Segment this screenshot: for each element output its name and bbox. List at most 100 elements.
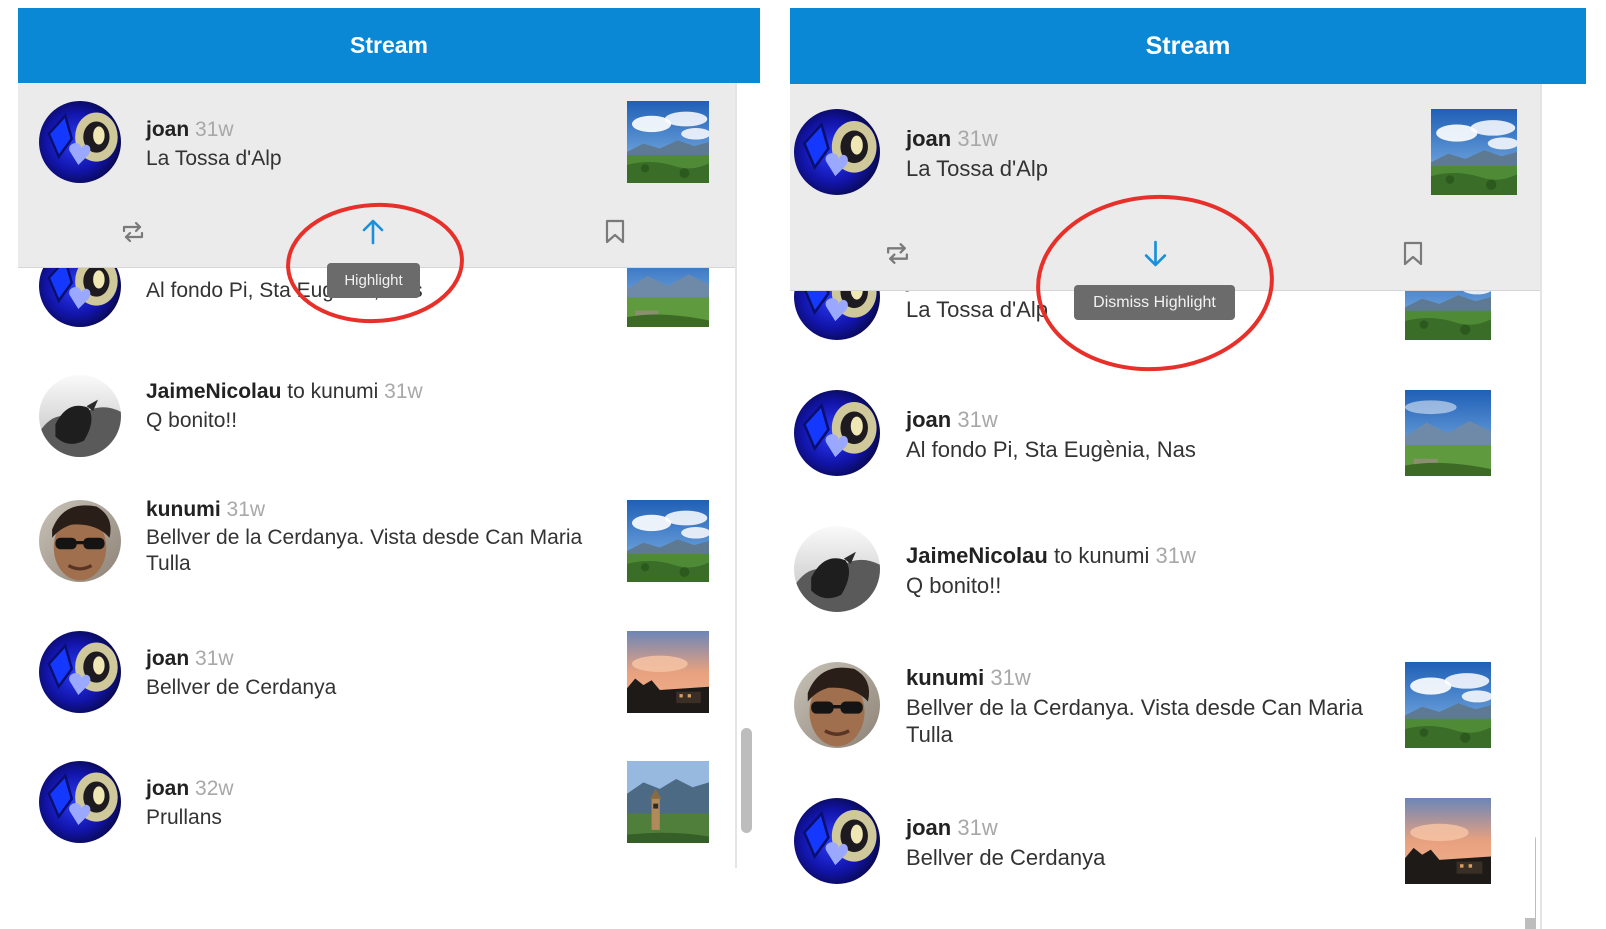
post-thumbnail[interactable] [1405,798,1491,884]
stream-item[interactable]: joan 31w Al fondo Pi, Sta Eugènia, Nas [790,374,1535,510]
reply-to[interactable]: to kunumi [1054,543,1149,568]
bookmark-button[interactable] [1388,216,1438,291]
scrollbar-track[interactable] [1540,84,1542,929]
stream-panel-left: Stream x Al fondo Pi, Sta Eugènia, Nas J… [18,8,760,868]
post-meta: JaimeNicolau to kunumi 31w [906,542,1376,570]
post-meta: joan 31w [146,645,596,672]
stream-panel-right: Stream joan 31w La Tossa d'Alp joan 31w [790,8,1586,929]
arrow-up-icon [362,219,384,244]
stream-item[interactable]: JaimeNicolau to kunumi 31w Q bonito!! [790,510,1535,646]
stream-feed[interactable]: x Al fondo Pi, Sta Eugènia, Nas JaimeNic… [18,83,760,868]
post-thumbnail[interactable] [1405,662,1491,748]
post-text: Bellver de la Cerdanya. Vista desde Can … [906,695,1363,747]
timestamp: 31w [957,815,998,840]
timestamp: 31w [195,647,234,670]
avatar[interactable] [39,101,121,183]
reply-to[interactable]: to kunumi [287,380,378,403]
username[interactable]: joan [906,815,951,840]
post-text: Al fondo Pi, Sta Eugènia, Nas [906,437,1196,462]
bookmark-icon [1403,241,1423,265]
post-content: JaimeNicolau to kunumi 31w Q bonito!! [906,542,1376,600]
bookmark-button[interactable] [590,195,640,268]
timestamp: 31w [384,380,423,403]
username[interactable]: joan [146,647,189,670]
post-text: Q bonito!! [146,409,238,432]
stream-item[interactable]: kunumi 31w Bellver de la Cerdanya. Vista… [18,486,730,616]
post-content: joan 31w Bellver de Cerdanya [146,645,596,701]
post-content: kunumi 31w Bellver de la Cerdanya. Vista… [146,496,596,577]
post-meta: kunumi 31w [906,664,1376,692]
post-meta: joan 31w [146,116,596,143]
username[interactable]: JaimeNicolau [146,380,281,403]
post-text: La Tossa d'Alp [906,156,1049,181]
stream-item[interactable]: joan 31w Bellver de Cerdanya [18,616,730,746]
scrollbar-thumb[interactable] [741,728,752,833]
arrow-down-icon [1144,240,1166,267]
timestamp: 32w [195,777,234,800]
post-content: JaimeNicolau to kunumi 31w Q bonito!! [146,378,596,434]
post-thumbnail[interactable] [1431,109,1517,195]
timestamp: 31w [957,126,998,151]
avatar[interactable] [794,798,880,884]
username[interactable]: joan [146,777,189,800]
post-text: Bellver de Cerdanya [906,845,1106,870]
post-meta: joan 31w [906,125,1376,153]
stream-header: Stream [18,8,760,83]
avatar[interactable] [794,390,880,476]
username[interactable]: kunumi [146,498,221,521]
post-thumbnail[interactable] [627,761,709,843]
post-text: La Tossa d'Alp [146,147,282,170]
stream-item[interactable]: kunumi 31w Bellver de la Cerdanya. Vista… [790,646,1535,782]
post-content: joan 31w La Tossa d'Alp [146,116,596,172]
avatar[interactable] [794,109,880,195]
scrollbar-track[interactable] [735,83,737,868]
stream-item[interactable]: JaimeNicolau to kunumi 31w Q bonito!! [18,355,730,485]
post-thumbnail[interactable] [1405,390,1491,476]
dismiss-highlight-button[interactable] [1130,216,1180,291]
username[interactable]: JaimeNicolau [906,543,1048,568]
highlight-button[interactable] [348,195,398,268]
post-text: Q bonito!! [906,573,1002,598]
post-content: joan 31w Bellver de Cerdanya [906,814,1376,872]
post-text: Bellver de la Cerdanya. Vista desde Can … [146,526,583,575]
username[interactable]: joan [906,407,951,432]
timestamp: 31w [1155,543,1196,568]
username[interactable]: joan [906,126,951,151]
bookmark-icon [605,219,625,243]
avatar[interactable] [39,500,121,582]
post-meta: kunumi 31w [146,496,596,523]
username[interactable]: kunumi [906,665,984,690]
avatar[interactable] [39,631,121,713]
post-thumbnail[interactable] [627,101,709,183]
post-content: kunumi 31w Bellver de la Cerdanya. Vista… [906,664,1376,748]
repost-button[interactable] [108,195,158,268]
post-thumbnail[interactable] [627,500,709,582]
repost-icon [886,243,908,264]
stream-item-focused[interactable]: joan 31w La Tossa d'Alp [18,83,730,213]
focused-post[interactable]: joan 31w La Tossa d'Alp [790,84,1540,291]
avatar[interactable] [794,662,880,748]
stream-item[interactable]: joan 31w Bellver de Cerdanya [790,782,1535,918]
focused-post[interactable]: joan 31w La Tossa d'Alp [18,83,735,268]
post-meta: joan 32w [146,775,596,802]
stream-item-focused[interactable]: joan 31w La Tossa d'Alp [790,84,1535,220]
post-thumbnail[interactable] [627,631,709,713]
highlight-tooltip: Highlight [327,263,420,298]
username[interactable]: joan [146,118,189,141]
avatar[interactable] [794,526,880,612]
timestamp: 31w [990,665,1031,690]
post-text: Bellver de Cerdanya [146,676,337,699]
timestamp: 31w [226,498,266,521]
post-meta: joan 31w [906,814,1376,842]
stream-feed[interactable]: joan 31w La Tossa d'Alp joan 31w Al fond… [790,84,1586,929]
stream-item[interactable]: joan 32w Prullans [18,746,730,868]
post-content: joan 32w Prullans [146,775,596,831]
post-text: Prullans [146,806,222,829]
avatar[interactable] [39,761,121,843]
post-actions [18,195,735,268]
post-actions [790,216,1540,291]
repost-button[interactable] [872,216,922,291]
avatar[interactable] [39,375,121,457]
stream-header: Stream [790,8,1586,84]
timestamp: 31w [957,407,998,432]
